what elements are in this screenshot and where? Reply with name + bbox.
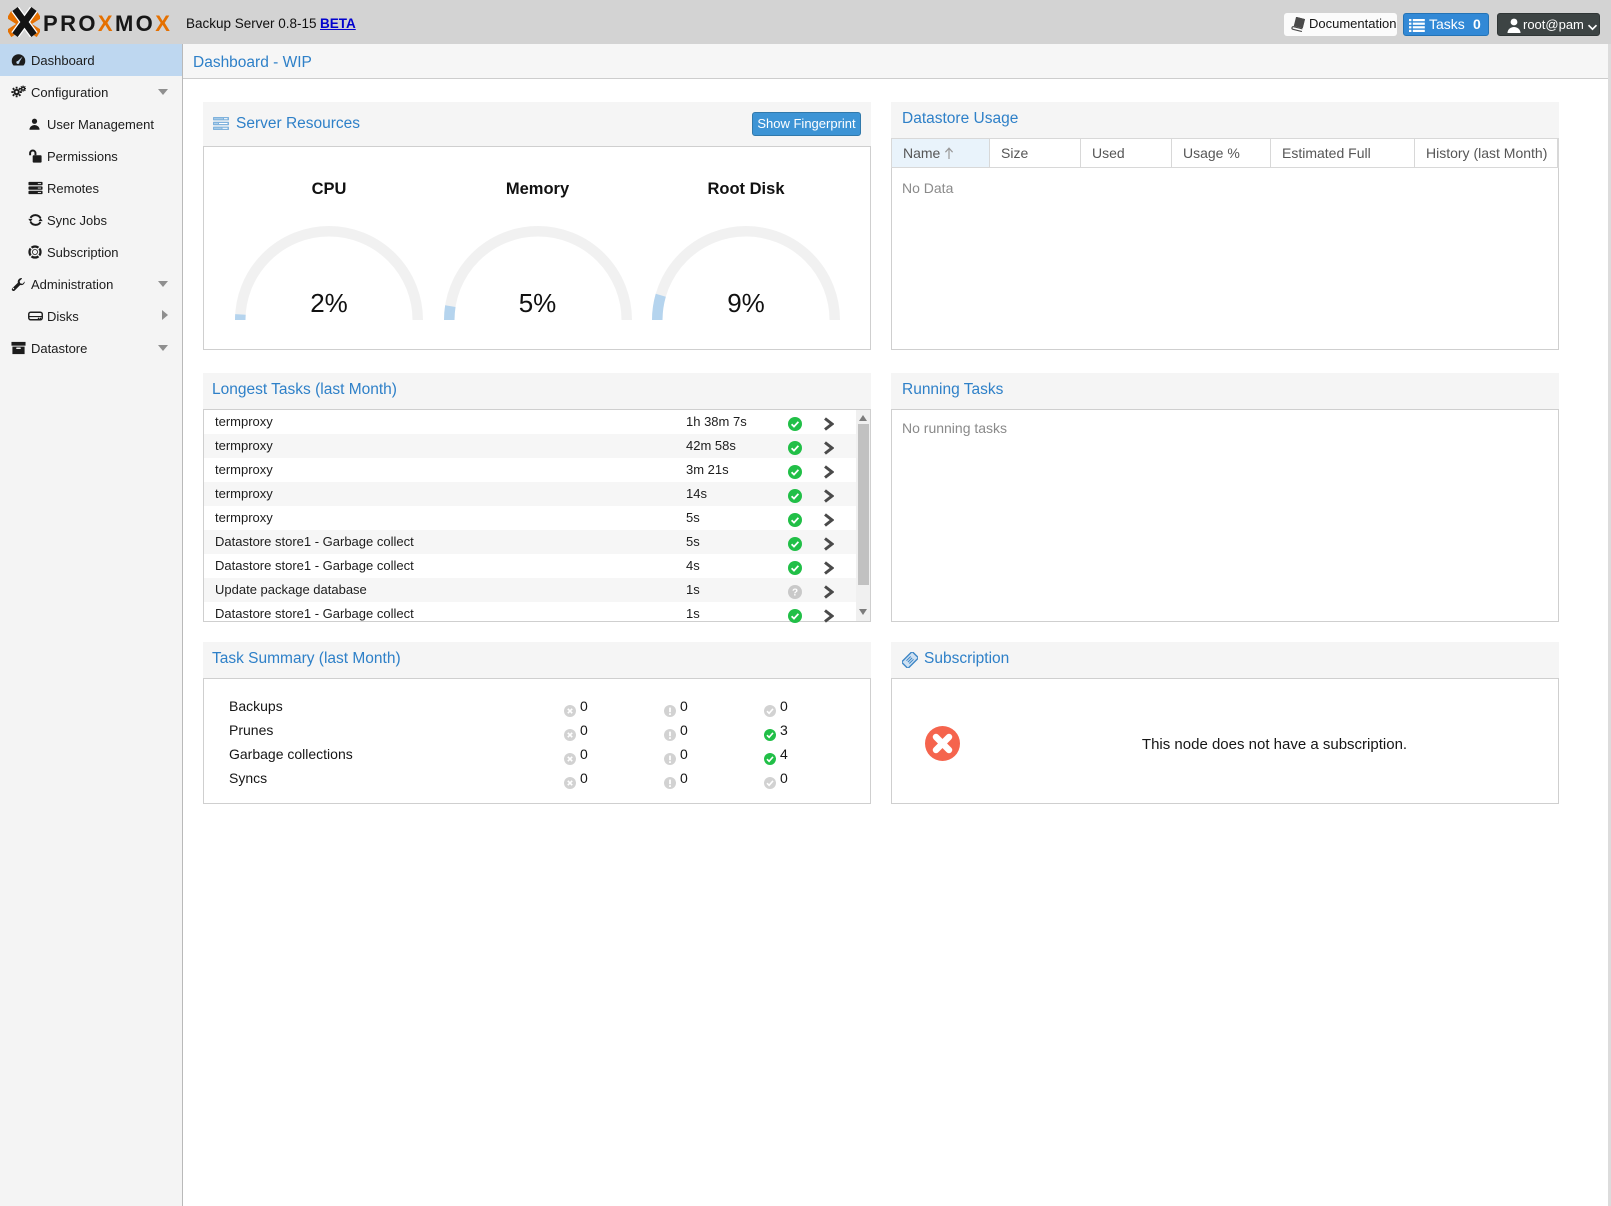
svg-text:?: ? (792, 588, 798, 599)
